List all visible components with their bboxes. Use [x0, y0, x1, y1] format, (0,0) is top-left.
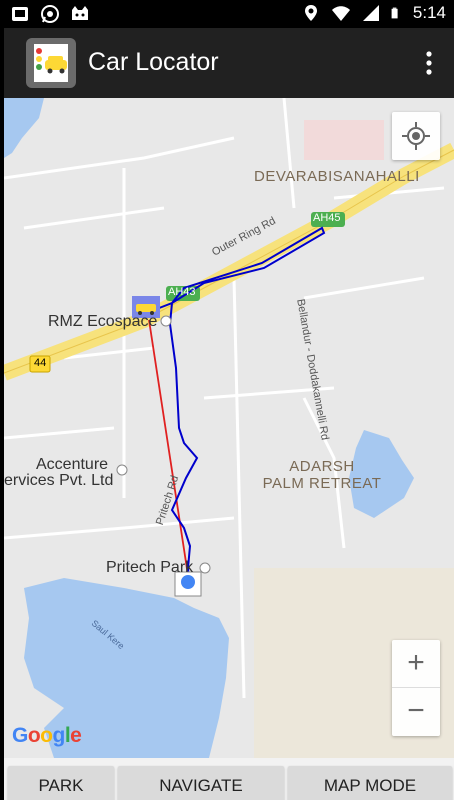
- zoom-controls: + −: [392, 640, 440, 736]
- map-canvas: [4, 98, 454, 758]
- app-title: Car Locator: [88, 48, 219, 76]
- label-rmz-ecospace: RMZ Ecospace: [48, 313, 158, 330]
- whatsapp-icon: [41, 5, 59, 23]
- google-logo: Google: [12, 724, 82, 747]
- status-bar: 5:14: [0, 0, 454, 28]
- notification-icon: [12, 7, 28, 21]
- park-button[interactable]: PARK: [8, 766, 114, 800]
- label-pritech-park: Pritech Park: [106, 559, 194, 576]
- label-adarsh-line2: PALM RETREAT: [262, 475, 382, 492]
- straight-line-route: [148, 319, 190, 583]
- accenture-poi-marker: [116, 464, 128, 476]
- label-devarabisanahalli: DEVARABISANAHALLI: [254, 168, 420, 185]
- battery-icon: [391, 7, 398, 19]
- pink-block: [304, 120, 384, 160]
- my-location-icon: [402, 122, 430, 150]
- location-icon: [304, 5, 317, 21]
- label-accenture-line2: ervices Pvt. Ltd: [4, 472, 114, 489]
- wifi-icon: [331, 6, 350, 21]
- bottom-action-bar: PARK NAVIGATE MAP MODE: [4, 758, 454, 800]
- rmz-poi-marker: [160, 315, 172, 327]
- overflow-menu-icon: [426, 51, 432, 75]
- label-adarsh-line1: ADARSH: [289, 458, 355, 475]
- map-view[interactable]: AH45 AH43 44 DEVARABISANAHALLI RMZ Ecosp…: [4, 98, 454, 758]
- route44-label: 44: [34, 357, 47, 369]
- zoom-in-button[interactable]: +: [392, 640, 440, 688]
- navigate-button[interactable]: NAVIGATE: [118, 766, 284, 800]
- cat-icon: [72, 6, 88, 20]
- overflow-menu-button[interactable]: [414, 46, 444, 80]
- status-right-icons: 5:14: [301, 3, 446, 23]
- map-mode-button[interactable]: MAP MODE: [288, 766, 452, 800]
- ah43-label: AH43: [168, 286, 196, 298]
- signal-icon: [362, 5, 379, 21]
- car-locator-logo-icon: [26, 38, 76, 88]
- zoom-out-button[interactable]: −: [392, 688, 440, 736]
- lake-top-left: [4, 98, 44, 158]
- app-bar: Car Locator: [4, 28, 454, 98]
- status-left-icons: [10, 4, 90, 24]
- my-location-button[interactable]: [392, 112, 440, 160]
- ah45-label: AH45: [313, 212, 341, 224]
- status-time: 5:14: [412, 3, 446, 22]
